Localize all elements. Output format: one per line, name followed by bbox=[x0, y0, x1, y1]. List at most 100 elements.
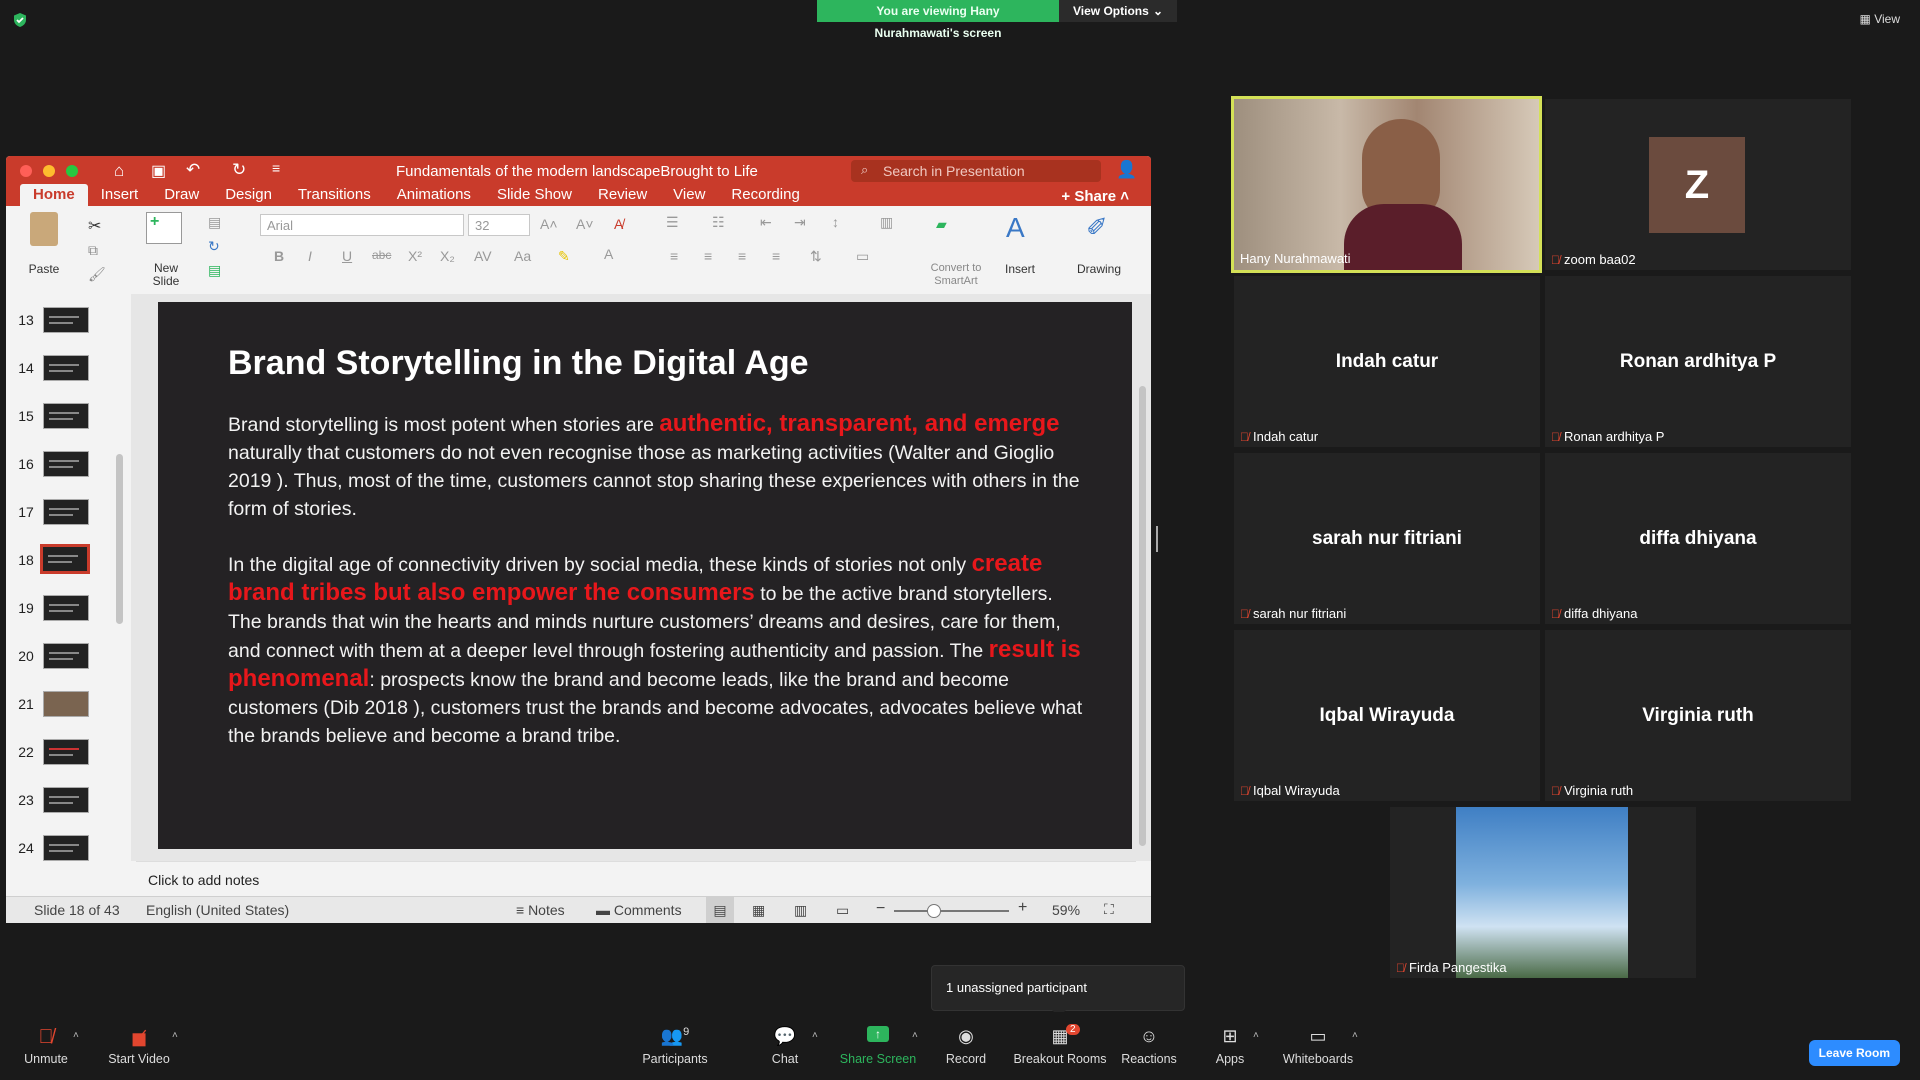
chat-button[interactable]: 💬 Chat bbox=[760, 1026, 810, 1066]
slideshow-view-icon[interactable]: ▭ bbox=[836, 902, 849, 919]
thumbnail-19[interactable]: 19 bbox=[6, 590, 126, 630]
slide-thumbnails-pane[interactable]: 13 14 15 16 17 18 19 20 21 22 23 24 bbox=[6, 294, 131, 894]
cut-icon[interactable]: ✂ bbox=[88, 216, 101, 236]
participant-tile-iqbal[interactable]: Iqbal Wirayuda 🎙̸ Iqbal Wirayuda bbox=[1234, 630, 1540, 801]
whiteboards-button[interactable]: ▭ Whiteboards bbox=[1282, 1026, 1354, 1066]
video-tile-hany[interactable]: Hany Nurahmawati bbox=[1231, 96, 1542, 273]
zoom-slider-handle[interactable] bbox=[927, 904, 941, 918]
security-shield-icon[interactable] bbox=[12, 12, 28, 28]
tab-slide-show[interactable]: Slide Show bbox=[484, 184, 585, 206]
participants-button[interactable]: 👥9 Participants bbox=[640, 1026, 710, 1066]
change-case-icon[interactable]: Aa bbox=[514, 248, 531, 264]
insert-icon[interactable]: A bbox=[1006, 212, 1025, 244]
line-spacing-icon[interactable]: ↕ bbox=[832, 214, 839, 230]
bold-icon[interactable]: B bbox=[274, 248, 284, 264]
thumbnail-24[interactable]: 24 bbox=[6, 830, 126, 870]
participant-tile-sarah[interactable]: sarah nur fitriani 🎙̸ sarah nur fitriani bbox=[1234, 453, 1540, 624]
thumbnail-21[interactable]: 21 bbox=[6, 686, 126, 726]
slide-canvas[interactable]: Brand Storytelling in the Digital Age Br… bbox=[158, 302, 1132, 849]
subscript-icon[interactable]: X₂ bbox=[440, 248, 455, 264]
increase-indent-icon[interactable]: ⇥ bbox=[794, 214, 806, 231]
splitter-handle[interactable] bbox=[1156, 526, 1158, 552]
tab-recording[interactable]: Recording bbox=[718, 184, 812, 206]
thumbnail-22[interactable]: 22 bbox=[6, 734, 126, 774]
save-icon[interactable]: ▣ bbox=[151, 161, 166, 181]
tab-draw[interactable]: Draw bbox=[151, 184, 212, 206]
start-video-button[interactable]: ◼̸ Start Video bbox=[104, 1026, 174, 1066]
thumbnail-15[interactable]: 15 bbox=[6, 398, 126, 438]
thumbnail-20[interactable]: 20 bbox=[6, 638, 126, 678]
fit-slide-icon[interactable]: ⛶ bbox=[1104, 901, 1114, 918]
format-painter-icon[interactable]: 🖌 bbox=[88, 266, 106, 283]
tab-transitions[interactable]: Transitions bbox=[285, 184, 384, 206]
font-size-select[interactable]: 32 bbox=[468, 214, 530, 236]
new-slide-icon[interactable]: + bbox=[146, 212, 182, 244]
superscript-icon[interactable]: X² bbox=[408, 248, 422, 264]
grow-font-icon[interactable]: A˄ bbox=[540, 216, 558, 232]
tab-design[interactable]: Design bbox=[212, 184, 285, 206]
zoom-level[interactable]: 59% bbox=[1052, 902, 1080, 918]
zoom-in-icon[interactable]: + bbox=[1018, 899, 1027, 917]
decrease-indent-icon[interactable]: ⇤ bbox=[760, 214, 772, 231]
apps-button[interactable]: ⊞ Apps bbox=[1212, 1026, 1248, 1066]
paste-button[interactable] bbox=[24, 210, 64, 250]
text-direction-icon[interactable]: ⇅ bbox=[810, 248, 822, 265]
view-options-button[interactable]: View Options ⌄ bbox=[1059, 0, 1177, 22]
home-icon[interactable]: ⌂ bbox=[114, 161, 124, 181]
audio-options-caret[interactable]: ˄ bbox=[73, 1030, 79, 1041]
char-spacing-icon[interactable]: AV bbox=[474, 248, 492, 264]
participant-tile-firda[interactable]: 🎙̸ Firda Pangestika bbox=[1390, 807, 1696, 978]
thumbnail-18-selected[interactable]: 18 bbox=[6, 542, 126, 582]
shrink-font-icon[interactable]: A˅ bbox=[576, 216, 594, 232]
breakout-rooms-button[interactable]: ▦ 2 Breakout Rooms bbox=[1012, 1024, 1108, 1066]
strikethrough-icon[interactable]: abc bbox=[372, 248, 391, 262]
customize-toolbar-icon[interactable]: ≡ bbox=[272, 160, 280, 176]
participant-tile-ronan[interactable]: Ronan ardhitya P 🎙̸ Ronan ardhitya P bbox=[1545, 276, 1851, 447]
section-icon[interactable]: ▤ bbox=[208, 262, 221, 279]
participant-tile-indah[interactable]: Indah catur 🎙̸ Indah catur bbox=[1234, 276, 1540, 447]
leave-room-button[interactable]: Leave Room bbox=[1808, 1040, 1900, 1066]
tab-home[interactable]: Home bbox=[20, 184, 88, 206]
participant-tile-virginia[interactable]: Virginia ruth 🎙̸ Virginia ruth bbox=[1545, 630, 1851, 801]
reactions-button[interactable]: ☺ Reactions bbox=[1120, 1026, 1178, 1066]
record-button[interactable]: ◉ Record bbox=[940, 1026, 992, 1066]
thumbnail-23[interactable]: 23 bbox=[6, 782, 126, 822]
zoom-slider[interactable] bbox=[894, 910, 1009, 912]
numbering-icon[interactable]: ☷ bbox=[712, 214, 725, 231]
thumbnail-17[interactable]: 17 bbox=[6, 494, 126, 534]
thumbnail-scrollbar[interactable] bbox=[116, 454, 123, 624]
undo-icon[interactable]: ↶ bbox=[186, 160, 200, 180]
align-text-icon[interactable]: ▭ bbox=[856, 248, 869, 265]
comments-toggle[interactable]: ▬ Comments bbox=[596, 902, 682, 918]
clear-format-icon[interactable]: A̸ bbox=[614, 216, 623, 232]
share-screen-button[interactable]: ↑ Share Screen bbox=[838, 1026, 918, 1066]
view-button[interactable]: ▦ View bbox=[1860, 12, 1900, 26]
tab-view[interactable]: View bbox=[660, 184, 718, 206]
layout-icon[interactable]: ▤ bbox=[208, 214, 221, 231]
underline-icon[interactable]: U bbox=[342, 248, 352, 264]
tab-animations[interactable]: Animations bbox=[384, 184, 484, 206]
notes-toggle[interactable]: ≡ Notes bbox=[516, 902, 565, 918]
sorter-view-icon[interactable]: ▦ bbox=[752, 902, 765, 919]
video-options-caret[interactable]: ˄ bbox=[172, 1030, 178, 1041]
language-indicator[interactable]: English (United States) bbox=[146, 902, 289, 918]
columns-icon[interactable]: ▥ bbox=[880, 214, 893, 231]
thumbnail-16[interactable]: 16 bbox=[6, 446, 126, 486]
account-icon[interactable]: 👤 bbox=[1116, 160, 1137, 180]
share-button[interactable]: + Share ˄ bbox=[1061, 188, 1129, 205]
share-options-caret[interactable]: ˄ bbox=[912, 1030, 918, 1041]
slide-title[interactable]: Brand Storytelling in the Digital Age bbox=[228, 344, 809, 383]
apps-options-caret[interactable]: ˄ bbox=[1253, 1030, 1259, 1041]
smartart-icon[interactable]: ▰ bbox=[936, 216, 947, 233]
tab-insert[interactable]: Insert bbox=[88, 184, 152, 206]
align-left-icon[interactable]: ≡ bbox=[670, 248, 678, 264]
search-presentation-input[interactable]: Search in Presentation bbox=[851, 160, 1101, 182]
thumbnail-14[interactable]: 14 bbox=[6, 350, 126, 390]
zoom-out-icon[interactable]: − bbox=[876, 900, 885, 918]
zoom-window-button[interactable] bbox=[66, 165, 78, 177]
copy-icon[interactable]: ⧉ bbox=[88, 242, 98, 259]
tab-review[interactable]: Review bbox=[585, 184, 660, 206]
normal-view-icon[interactable]: ▤ bbox=[706, 897, 734, 923]
thumbnail-13[interactable]: 13 bbox=[6, 302, 126, 342]
notes-input[interactable]: Click to add notes bbox=[136, 861, 1136, 897]
